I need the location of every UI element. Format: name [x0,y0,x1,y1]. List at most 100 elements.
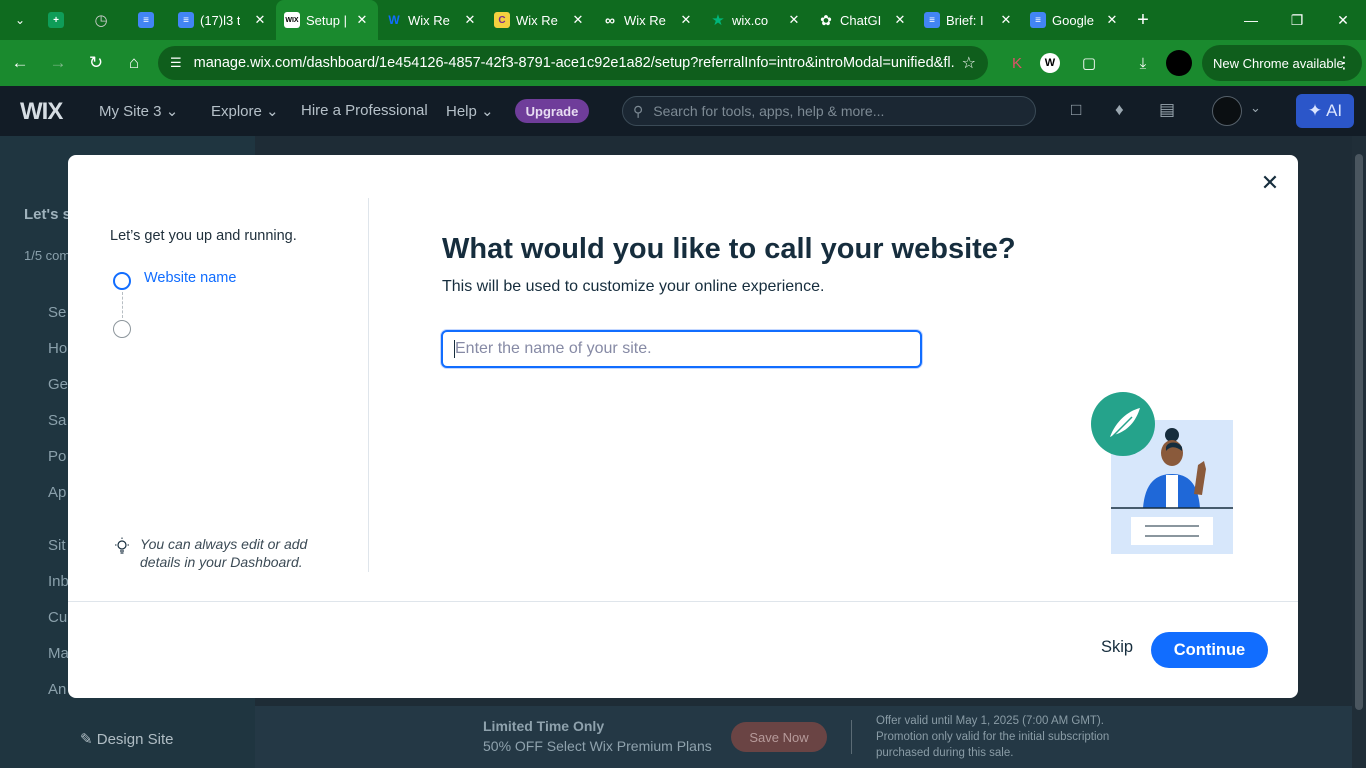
close-icon[interactable]: ✕ [892,12,908,28]
extension-k-icon[interactable]: K [1004,50,1030,76]
inbox-icon[interactable]: ▤ [1159,100,1175,120]
modal-column-divider [368,198,369,572]
modal-subheading: This will be used to customize your onli… [442,278,825,295]
tab-title: Wix Re [624,12,666,28]
explore-menu[interactable]: Explore ⌄ [211,102,279,120]
continue-button[interactable]: Continue [1151,632,1268,668]
browser-toolbar: ← → ↻ ⌂ ☰ manage.wix.com/dashboard/1e454… [0,40,1366,86]
pencil-icon: ✎ [80,731,93,748]
chat-icon[interactable]: □ [1071,100,1081,120]
browser-tab[interactable]: W Wix Re ✕ [378,0,486,40]
sidebar-item[interactable]: Ap [48,484,66,501]
browser-tab[interactable]: C Wix Re ✕ [486,0,594,40]
download-icon[interactable]: ⤓ [1130,50,1156,76]
sidebar-item[interactable]: Sit [48,537,66,554]
chevron-down-icon: ⌄ [165,103,179,120]
tab-title: Brief: I [946,12,984,28]
tab-title: wix.co [732,12,769,28]
profile-avatar[interactable] [1166,50,1192,76]
tab-search-button[interactable]: ⌄ [0,0,40,40]
promo-subtitle: 50% OFF Select Wix Premium Plans [483,738,712,754]
close-icon[interactable]: ✕ [462,12,478,28]
wix-w-icon: W [388,13,400,27]
sidebar-item[interactable]: Ge [48,376,68,393]
browser-tab[interactable]: + [40,0,85,40]
sidebar-item[interactable]: Inb [48,573,69,590]
close-icon[interactable]: ✕ [786,12,802,28]
chevron-down-icon: ⌄ [266,103,279,120]
site-name-input[interactable] [441,330,922,368]
close-icon[interactable]: ✕ [570,12,586,28]
tab-title: (17)l3 t [200,12,241,28]
back-icon[interactable]: ← [2,45,38,81]
close-icon[interactable]: ✕ [354,12,370,28]
close-icon[interactable]: ✕ [998,12,1014,28]
sidebar-item[interactable]: Cu [48,609,67,626]
wix-search-bar[interactable]: ⚲ Search for tools, apps, help & more... [622,96,1036,126]
tab-title: Setup | [306,12,347,28]
browser-tab[interactable]: ◷ [85,0,130,40]
browser-tab[interactable]: ★ wix.co ✕ [702,0,810,40]
scrollbar-thumb[interactable] [1355,154,1363,710]
sidebar-item[interactable]: Sa [48,412,66,429]
new-chrome-available-button[interactable]: New Chrome available ⋮ [1202,45,1362,81]
site-selector[interactable]: My Site 3 ⌄ [99,102,178,120]
reload-icon[interactable]: ↻ [78,45,114,81]
search-placeholder: Search for tools, apps, help & more... [653,103,885,119]
sidebar-item[interactable]: Ma [48,645,69,662]
c-icon: C [494,12,510,28]
address-bar[interactable]: ☰ manage.wix.com/dashboard/1e454126-4857… [158,46,988,80]
extension-w-icon[interactable]: W [1040,53,1060,73]
close-icon[interactable]: ✕ [1104,12,1120,28]
new-tab-button[interactable]: + [1128,9,1158,32]
sidebar-item[interactable]: Ho [48,340,67,357]
sparkle-icon: ✦ [1307,101,1323,120]
docs-icon: ≡ [924,12,940,28]
browser-tab[interactable]: ≡ Brief: I ✕ [916,0,1022,40]
browser-tab[interactable]: ≡ [130,0,170,40]
browser-tab[interactable]: ✿ ChatGI ✕ [810,0,916,40]
help-menu[interactable]: Help ⌄ [446,102,494,120]
save-now-button[interactable]: Save Now [731,722,827,752]
step-website-name[interactable]: Website name [144,270,236,286]
step-connector [122,292,123,318]
sidebar-item[interactable]: Po [48,448,66,465]
design-site-button[interactable]: ✎ Design Site [80,730,173,748]
more-menu-icon[interactable]: ⋮ [1336,53,1352,73]
explore-label: Explore [211,103,262,120]
wix-logo[interactable]: WIX [20,98,63,126]
minimize-icon[interactable]: — [1228,0,1274,40]
chatgpt-icon: ✿ [820,11,832,28]
browser-tab[interactable]: ≡ Google ✕ [1022,0,1128,40]
notifications-bell-icon[interactable]: ♦ [1115,100,1124,120]
sidebar-item[interactable]: An [48,681,66,698]
chevron-down-icon[interactable]: ⌄ [1250,100,1261,116]
home-icon[interactable]: ⌂ [116,45,152,81]
page-scrollbar[interactable] [1352,136,1366,768]
bookmark-star-icon[interactable]: ☆ [962,53,976,73]
user-avatar[interactable] [1212,96,1242,126]
infinity-icon: ∞ [605,12,615,28]
upgrade-button[interactable]: Upgrade [515,99,589,123]
close-icon[interactable]: ✕ [252,12,268,28]
browser-tab[interactable]: ∞ Wix Re ✕ [594,0,702,40]
hire-professional-link[interactable]: Hire a Professional [301,102,428,119]
site-name: My Site 3 [99,103,162,120]
search-icon: ⚲ [633,102,644,119]
restore-icon[interactable]: ❐ [1274,0,1320,40]
forward-icon[interactable]: → [40,45,76,81]
browser-tab[interactable]: ≡ (17)l3 t ✕ [170,0,276,40]
close-icon[interactable]: ✕ [678,12,694,28]
skip-button[interactable]: Skip [1101,638,1133,657]
browser-tab-active[interactable]: WIX Setup | ✕ [276,0,378,40]
ai-assistant-button[interactable]: ✦ AI [1296,94,1354,128]
wix-top-bar: WIX My Site 3 ⌄ Explore ⌄ Hire a Profess… [0,86,1366,136]
sidebar-item[interactable]: Se [48,304,66,321]
close-icon[interactable]: ✕ [1258,170,1282,195]
modal-heading: What would you like to call your website… [442,233,1016,265]
dashboard-tip: You can always edit or add details in yo… [140,536,308,570]
chevron-down-icon: ⌄ [14,13,26,27]
extensions-puzzle-icon[interactable]: ▢ [1076,50,1102,76]
site-info-icon[interactable]: ☰ [170,55,182,71]
close-window-icon[interactable]: ✕ [1320,0,1366,40]
